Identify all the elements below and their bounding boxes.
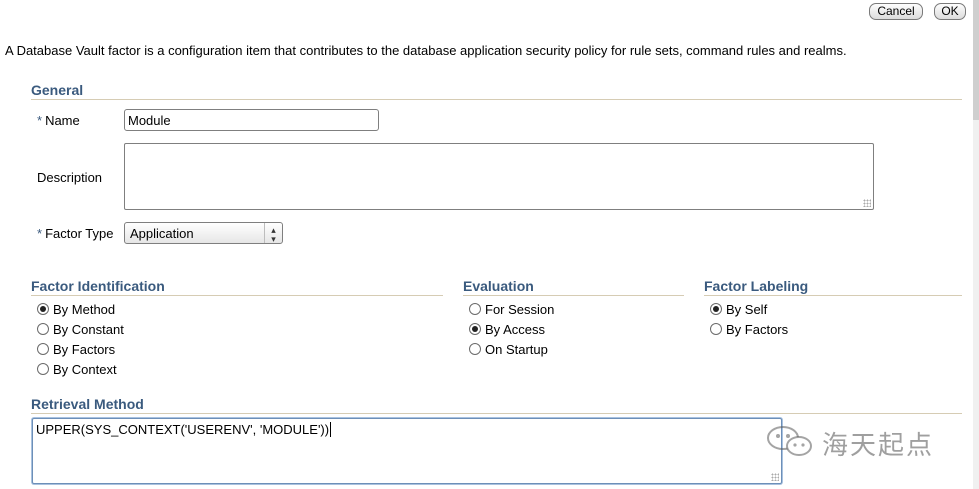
factor-type-label: * Factor Type: [37, 226, 113, 241]
general-section-title: General: [31, 82, 84, 98]
radio-by-factors[interactable]: By Factors: [37, 341, 115, 359]
required-marker: *: [37, 113, 43, 128]
radio-label: By Factors: [726, 322, 789, 337]
radio-by-access[interactable]: By Access: [469, 321, 545, 339]
radio-by-method[interactable]: By Method: [37, 301, 115, 319]
cancel-button[interactable]: Cancel: [869, 3, 923, 20]
radio-for-session[interactable]: For Session: [469, 301, 554, 319]
radio-labeling-by-factors[interactable]: By Factors: [710, 321, 788, 339]
radio-label: By Method: [53, 302, 116, 317]
factor-labeling-title: Factor Labeling: [704, 278, 809, 294]
radio-label: By Context: [53, 362, 117, 377]
wechat-logo-icon: [767, 426, 812, 456]
radio-label: On Startup: [485, 342, 548, 357]
radio-label: By Factors: [53, 342, 116, 357]
factor-labeling-divider: [704, 295, 962, 296]
evaluation-divider: [463, 295, 684, 296]
retrieval-method-value: UPPER(SYS_CONTEXT('USERENV', 'MODULE')): [36, 422, 330, 437]
radio-unchecked-icon[interactable]: [469, 303, 481, 315]
name-input[interactable]: [124, 109, 379, 131]
scrollbar-thumb[interactable]: [973, 0, 979, 120]
required-marker: *: [37, 226, 43, 241]
watermark-text: 海天起点: [822, 431, 935, 461]
radio-on-startup[interactable]: On Startup: [469, 341, 548, 359]
factor-identification-divider: [31, 295, 443, 296]
name-label-text: Name: [45, 113, 80, 128]
radio-label: By Constant: [53, 322, 124, 337]
radio-checked-icon[interactable]: [710, 303, 722, 315]
select-updown-icon: ▴ ▾: [264, 223, 282, 244]
text-cursor: [330, 422, 332, 437]
radio-label: By Access: [485, 322, 545, 337]
resize-grip-icon[interactable]: [771, 473, 779, 481]
radio-checked-icon[interactable]: [469, 323, 481, 335]
resize-grip-icon[interactable]: [863, 199, 871, 207]
description-label: Description: [37, 170, 103, 185]
name-label: * Name: [37, 113, 80, 128]
factor-type-value: Application: [130, 226, 194, 241]
factor-type-label-text: Factor Type: [45, 226, 114, 241]
radio-checked-icon[interactable]: [37, 303, 49, 315]
radio-unchecked-icon[interactable]: [37, 343, 49, 355]
watermark: 海天起点: [764, 423, 964, 461]
radio-by-constant[interactable]: By Constant: [37, 321, 124, 339]
radio-label: By Self: [726, 302, 768, 317]
evaluation-title: Evaluation: [463, 278, 534, 294]
radio-unchecked-icon[interactable]: [37, 323, 49, 335]
ok-button[interactable]: OK: [934, 3, 966, 20]
intro-text: A Database Vault factor is a configurati…: [5, 43, 847, 58]
retrieval-method-divider: [31, 413, 962, 414]
radio-unchecked-icon[interactable]: [710, 323, 722, 335]
retrieval-method-textarea[interactable]: UPPER(SYS_CONTEXT('USERENV', 'MODULE')): [32, 418, 782, 484]
vertical-scrollbar[interactable]: [973, 0, 979, 489]
radio-by-self[interactable]: By Self: [710, 301, 767, 319]
retrieval-method-title: Retrieval Method: [31, 396, 144, 412]
factor-identification-title: Factor Identification: [31, 278, 165, 294]
general-divider: [31, 99, 962, 100]
radio-unchecked-icon[interactable]: [469, 343, 481, 355]
radio-unchecked-icon[interactable]: [37, 363, 49, 375]
radio-label: For Session: [485, 302, 555, 317]
description-textarea[interactable]: [124, 143, 874, 210]
factor-type-select[interactable]: Application ▴ ▾: [124, 222, 283, 244]
radio-by-context[interactable]: By Context: [37, 361, 117, 379]
